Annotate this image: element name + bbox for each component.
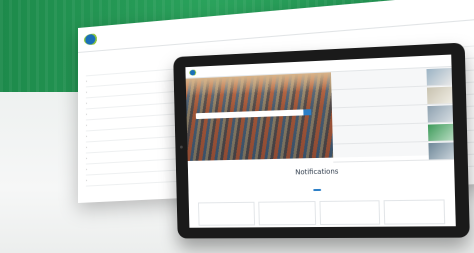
search-input[interactable] (195, 109, 312, 120)
news-item[interactable] (332, 141, 455, 163)
row-marker: › (85, 167, 88, 172)
card-title (322, 203, 376, 204)
notification-card[interactable] (319, 200, 380, 226)
table-cell-link[interactable] (94, 143, 155, 147)
row-marker: › (85, 90, 88, 95)
notification-card[interactable] (198, 201, 255, 226)
row-marker: › (85, 178, 88, 183)
notification-card[interactable] (257, 201, 317, 226)
row-marker: › (85, 145, 88, 150)
notifications-section: Notifications (188, 155, 455, 197)
card-title (261, 204, 313, 205)
tablet-device: Notifications (173, 42, 470, 239)
logo-mark-icon (83, 32, 100, 45)
port-containers-image (185, 72, 334, 161)
card-title (201, 205, 251, 206)
row-marker: › (85, 123, 88, 128)
section-title: Notifications (295, 167, 339, 177)
row-marker: › (85, 112, 88, 117)
card-subtitle (386, 205, 441, 206)
table-cell-link[interactable] (94, 155, 155, 159)
column-header (94, 65, 155, 70)
news-thumbnail (426, 86, 453, 104)
news-thumbnail (426, 67, 453, 86)
card-subtitle (261, 206, 313, 207)
table-cell-link[interactable] (94, 99, 155, 103)
row-marker: › (85, 156, 88, 161)
card-subtitle (323, 205, 377, 206)
table-cell-link[interactable] (94, 166, 155, 169)
news-text (332, 95, 428, 99)
main-nav (119, 32, 169, 36)
news-text (333, 132, 429, 135)
table-cell-link[interactable] (94, 132, 155, 136)
screen-nav (209, 71, 228, 72)
table-cell-link[interactable] (94, 121, 155, 125)
news-thumbnail (428, 141, 454, 160)
search-button[interactable] (303, 109, 312, 116)
site-logo[interactable] (83, 32, 103, 45)
row-marker (86, 70, 94, 71)
table-cell-link[interactable] (94, 110, 155, 114)
table-cell-link[interactable] (94, 177, 155, 180)
table-cell-link[interactable] (94, 76, 155, 81)
notification-card[interactable] (383, 199, 446, 225)
table-cell-link[interactable] (94, 87, 155, 91)
notification-cards (189, 193, 456, 226)
logo-mark-icon[interactable] (189, 69, 198, 76)
news-text (332, 114, 428, 117)
news-thumbnail (427, 123, 454, 141)
row-marker: › (85, 101, 88, 106)
card-subtitle (201, 207, 251, 208)
tab-notifications[interactable] (313, 188, 322, 192)
card-title (386, 203, 441, 204)
news-list (330, 66, 455, 163)
news-text (331, 77, 426, 81)
row-marker: › (85, 134, 88, 139)
news-text (333, 151, 429, 153)
tablet-screen: Notifications (185, 54, 456, 228)
hero-section (185, 66, 455, 163)
row-marker: › (85, 79, 88, 84)
news-thumbnail (427, 104, 453, 122)
tablet-camera (179, 145, 183, 149)
